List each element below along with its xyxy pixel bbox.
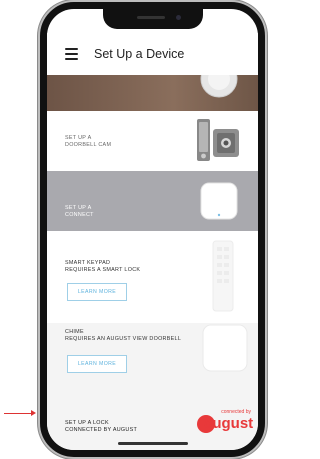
front-camera: [175, 15, 181, 20]
logo-brand: august: [204, 415, 254, 432]
phone-notch: [102, 9, 203, 29]
phone-frame: Set Up a Device SET UP A DOORBELL CAM SE…: [40, 2, 265, 457]
list-item-connect[interactable]: SET UP A CONNECT: [47, 171, 258, 231]
chime-label-line2: REQUIRES AN AUGUST VIEW DOORBELL: [65, 336, 182, 342]
connect-label-line1: SET UP A: [65, 205, 92, 211]
keypad-learn-more-button[interactable]: LEARN MORE: [67, 283, 127, 301]
chime-learn-more-button[interactable]: LEARN MORE: [67, 355, 127, 373]
annotation-arrow: [4, 410, 36, 416]
connect-label-line2: CONNECT: [65, 212, 94, 218]
smart-lock-icon: [200, 75, 238, 98]
list-item-set-up-lock[interactable]: SET UP A LOCK CONNECTED BY AUGUST connec…: [47, 387, 258, 450]
connect-bridge-icon: [200, 182, 238, 220]
lock-label: SET UP A LOCK CONNECTED BY AUGUST: [65, 420, 137, 434]
keypad-label: SMART KEYPAD REQUIRES A SMART LOCK: [65, 260, 140, 274]
keypad-icon: [212, 240, 234, 312]
menu-icon[interactable]: [65, 48, 78, 60]
connect-label: SET UP A CONNECT: [65, 205, 94, 219]
doorbell-cam-icon: [197, 119, 239, 161]
chime-label-line1: CHIME: [65, 329, 84, 335]
speaker-grille: [136, 16, 165, 19]
keypad-label-line2: REQUIRES A SMART LOCK: [65, 267, 141, 273]
doorbell-label-line2: DOORBELL CAM: [65, 142, 112, 148]
home-indicator: [117, 442, 188, 445]
app-screen: Set Up a Device SET UP A DOORBELL CAM SE…: [47, 9, 258, 450]
page-title: Set Up a Device: [94, 47, 185, 61]
doorbell-label: SET UP A DOORBELL CAM: [65, 135, 111, 149]
chime-label: CHIME REQUIRES AN AUGUST VIEW DOORBELL: [65, 329, 181, 343]
doorbell-label-line1: SET UP A: [65, 135, 92, 141]
list-item-doorbell-cam[interactable]: SET UP A DOORBELL CAM: [47, 111, 258, 172]
connected-by-august-logo: connected by august: [197, 409, 255, 439]
list-item-lock-banner[interactable]: [47, 75, 258, 111]
lock-label-line2: CONNECTED BY AUGUST: [65, 427, 138, 433]
list-item-chime: CHIME REQUIRES AN AUGUST VIEW DOORBELL L…: [47, 323, 258, 387]
keypad-label-line1: SMART KEYPAD: [65, 260, 111, 266]
lock-label-line1: SET UP A LOCK: [65, 420, 109, 426]
chime-icon: [202, 324, 248, 372]
app-header: Set Up a Device: [47, 33, 258, 75]
list-item-keypad: SMART KEYPAD REQUIRES A SMART LOCK LEARN…: [47, 231, 258, 324]
